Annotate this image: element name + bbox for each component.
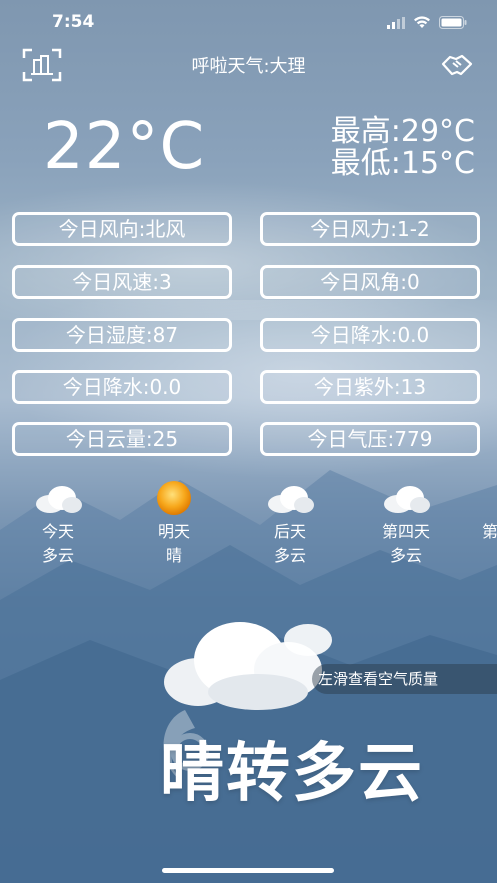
current-temperature: 22°C [43,110,206,184]
handshake-icon[interactable] [441,50,473,80]
cloudy-icon [18,478,98,520]
condition-text: 晴转多云 [160,737,424,811]
high-temperature: 最高:29°C [330,114,475,149]
cloudy-icon [250,478,330,520]
high-low-temperature: 最高:29°C 最低:15°C [331,116,475,180]
status-time: 7:54 [52,12,95,32]
navbar: 呼啦天气:大理 [0,48,497,88]
forecast-strip[interactable]: 今天 多云 明天 晴 后天 多云 第四天 多云 第 [0,478,497,568]
wifi-icon [413,14,431,33]
sun-icon [134,478,214,520]
forecast-condition: 多云 [41,546,74,565]
air-quality-swipe-hint[interactable]: 左滑查看空气质量 [312,664,497,694]
detail-cloud-cover: 今日云量:25 [12,422,232,456]
detail-wind-speed: 今日风速:3 [12,265,232,299]
detail-wind-direction: 今日风向:北风 [12,212,232,246]
forecast-day[interactable]: 明天 晴 [134,478,214,568]
status-bar: 7:54 [0,0,497,44]
forecast-day-name: 明天 [157,522,190,541]
forecast-condition: 多云 [273,546,306,565]
detail-precipitation: 今日降水:0.0 [260,318,480,352]
forecast-condition: 多云 [389,546,422,565]
low-temperature: 最低:15°C [330,146,475,181]
detail-wind-force: 今日风力:1-2 [260,212,480,246]
forecast-day-name: 第 [482,522,497,541]
battery-icon [439,14,467,33]
forecast-day[interactable]: 第 [482,478,497,544]
cloudy-icon [366,478,446,520]
forecast-day[interactable]: 今天 多云 [18,478,98,568]
detail-precipitation-2: 今日降水:0.0 [12,370,232,404]
background-mist [0,180,497,320]
forecast-condition: 晴 [165,546,182,565]
detail-uv-index: 今日紫外:13 [260,370,480,404]
signal-icon [387,14,405,33]
home-indicator [162,868,334,873]
detail-wind-angle: 今日风角:0 [260,265,480,299]
forecast-day[interactable]: 后天 多云 [250,478,330,568]
page-title: 呼啦天气:大理 [191,56,306,77]
weather-cloud-icon [164,622,332,710]
forecast-icon-placeholder [482,478,497,520]
detail-pressure: 今日气压:779 [260,422,480,456]
forecast-day-name: 第四天 [381,522,430,541]
forecast-day-name: 今天 [41,522,74,541]
forecast-day-name: 后天 [273,522,306,541]
forecast-day[interactable]: 第四天 多云 [366,478,446,568]
detail-humidity: 今日湿度:87 [12,318,232,352]
